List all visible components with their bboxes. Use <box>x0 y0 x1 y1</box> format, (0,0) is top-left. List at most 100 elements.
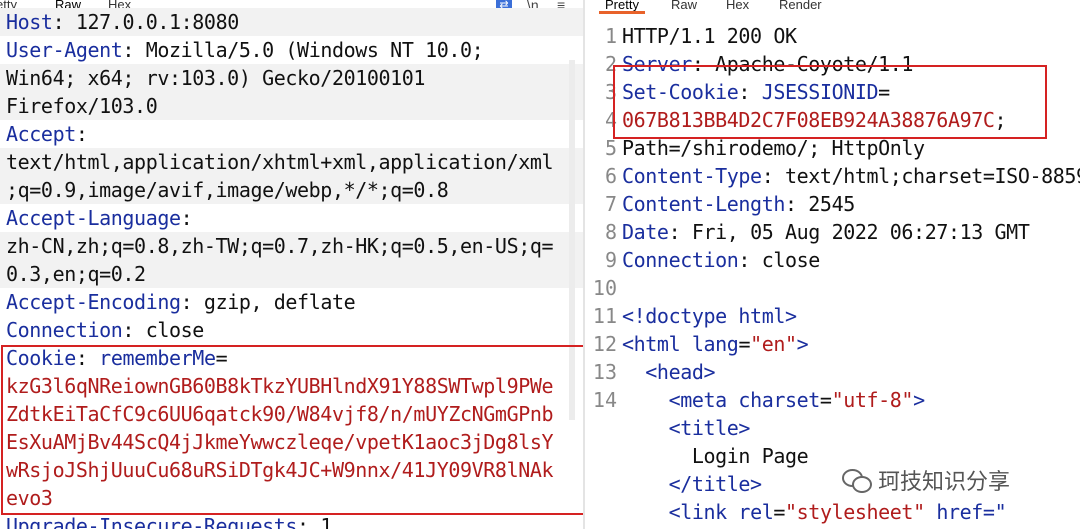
code-line: Firefox/103.0 <box>0 92 583 120</box>
header-colon: : <box>52 10 65 34</box>
header-name: Connection <box>6 318 123 342</box>
code-text: ;q=0.9,image/avif,image/webp,*/*;q=0.8 <box>6 178 449 202</box>
cookie-highlight-box <box>1 345 583 515</box>
code-line: Content-Type: text/html;charset=ISO-8859… <box>622 162 1080 190</box>
html-attr: rel <box>738 500 774 524</box>
header-name: Connection <box>622 248 739 272</box>
header-value: text/html;charset=ISO-8859-1 <box>773 164 1080 188</box>
header-value: close <box>134 318 205 342</box>
code-line: Accept-Language: <box>6 204 583 232</box>
line-number: 10 <box>592 276 617 300</box>
code-line: <title> <box>622 414 1080 442</box>
tab-render[interactable]: Render <box>779 0 822 13</box>
code-line: HTTP/1.1 200 OK <box>622 22 1080 50</box>
code-text: Login Page <box>622 444 809 468</box>
header-colon: : <box>180 290 193 314</box>
header-colon: : <box>180 206 193 230</box>
watermark: 珂技知识分享 <box>842 464 1010 496</box>
code-line: ;q=0.9,image/avif,image/webp,*/*;q=0.8 <box>0 176 583 204</box>
code-line: Connection: close <box>6 316 583 344</box>
html-attr: lang <box>691 332 739 356</box>
code-line: Date: Fri, 05 Aug 2022 06:27:13 GMT <box>622 218 1080 246</box>
code-text: text/html,application/xhtml+xml,applicat… <box>6 150 554 174</box>
tab-hex[interactable]: Hex <box>726 0 749 13</box>
line-number: 14 <box>592 388 617 412</box>
header-name: User-Agent <box>6 38 123 62</box>
html-attr-value: "en" <box>750 332 797 356</box>
header-value: Fri, 05 Aug 2022 06:27:13 GMT <box>680 220 1030 244</box>
code-line: User-Agent: Mozilla/5.0 (Windows NT 10.0… <box>6 36 583 64</box>
header-colon: : <box>738 248 751 272</box>
line-number: 11 <box>592 304 617 328</box>
tab-pretty[interactable]: Pretty <box>599 0 645 14</box>
tab-raw[interactable]: Raw <box>671 0 697 13</box>
code-text: 0.3,en;q=0.2 <box>6 262 146 286</box>
html-tag: <title> <box>622 416 751 440</box>
html-tag: <!doctype html> <box>622 304 797 328</box>
header-name: Content-Type <box>622 164 762 188</box>
code-line: Host: 127.0.0.1:8080 <box>0 8 583 36</box>
response-tabs: Pretty Raw Hex Render <box>585 0 1080 14</box>
html-tag-close: > <box>913 388 925 412</box>
code-line: <head> <box>622 358 1080 386</box>
line-number: 1 <box>604 24 617 48</box>
header-name: Content-Length <box>622 192 785 216</box>
code-line: Win64; x64; rv:103.0) Gecko/20100101 <box>0 64 583 92</box>
header-colon: : <box>122 38 135 62</box>
header-name: Accept-Encoding <box>6 290 181 314</box>
header-value: close <box>750 248 821 272</box>
header-value: gzip, deflate <box>192 290 356 314</box>
code-line: <!doctype html> <box>622 302 1080 330</box>
line-number: 6 <box>604 164 617 188</box>
html-attr: charset <box>738 388 820 412</box>
code-text: zh-CN,zh;q=0.8,zh-TW;q=0.7,zh-HK;q=0.5,e… <box>6 234 554 258</box>
response-pane: Pretty Raw Hex Render 1 2 3 4 5 6 7 8 9 10 11 12 13 1… <box>585 0 1080 529</box>
header-colon: : <box>75 122 88 146</box>
html-tag: <link <box>622 500 739 524</box>
header-name: Date <box>622 220 669 244</box>
header-colon: : <box>784 192 797 216</box>
html-tag: <html <box>622 332 692 356</box>
header-value: Mozilla/5.0 (Windows NT 10.0; <box>134 38 484 62</box>
header-value: 1 <box>308 514 332 529</box>
code-line: <html lang="en"> <box>622 330 1080 358</box>
html-eq: = <box>738 332 751 356</box>
code-text: Path=/shirodemo/; HttpOnly <box>622 136 925 160</box>
html-eq: = <box>819 388 832 412</box>
header-value: 127.0.0.1:8080 <box>64 10 239 34</box>
code-line: text/html,application/xhtml+xml,applicat… <box>0 148 583 176</box>
header-name: Host <box>6 10 53 34</box>
header-name: Upgrade-Insecure-Requests <box>6 514 298 529</box>
code-line: <meta charset="utf-8"> <box>622 386 1080 414</box>
header-name: Accept-Language <box>6 206 181 230</box>
watermark-text: 珂技知识分享 <box>878 470 1011 495</box>
code-line: zh-CN,zh;q=0.8,zh-TW;q=0.7,zh-HK;q=0.5,e… <box>0 232 583 260</box>
header-colon: : <box>297 514 309 529</box>
code-line: Accept-Encoding: gzip, deflate <box>6 288 583 316</box>
header-value: 2545 <box>796 192 855 216</box>
wechat-icon <box>842 467 872 493</box>
html-eq: = <box>773 500 786 524</box>
line-number: 9 <box>604 248 617 272</box>
line-number: 7 <box>604 192 617 216</box>
code-line: <link rel="stylesheet" href=" <box>622 498 1080 526</box>
code-text: HTTP/1.1 200 OK <box>622 24 797 48</box>
code-line: 0.3,en;q=0.2 <box>0 260 583 288</box>
header-colon: : <box>122 318 135 342</box>
code-text: Firefox/103.0 <box>6 94 158 118</box>
html-tag-close: > <box>796 332 809 356</box>
line-number: 8 <box>604 220 617 244</box>
header-colon: : <box>761 164 774 188</box>
line-number: 12 <box>592 332 617 356</box>
html-tag: </title> <box>622 472 763 496</box>
code-line: Connection: close <box>622 246 1080 274</box>
request-pane: etty Raw Hex ⇄ \n ≡ Host: 127.0.0.1:8080… <box>0 0 583 529</box>
header-name: Accept <box>6 122 76 146</box>
code-text: Win64; x64; rv:103.0) Gecko/20100101 <box>6 66 426 90</box>
line-number: 13 <box>592 360 617 384</box>
html-tag: <head> <box>622 360 716 384</box>
code-line: Accept: <box>6 120 583 148</box>
html-attr-value: "stylesheet" <box>785 500 925 524</box>
header-colon: : <box>668 220 681 244</box>
